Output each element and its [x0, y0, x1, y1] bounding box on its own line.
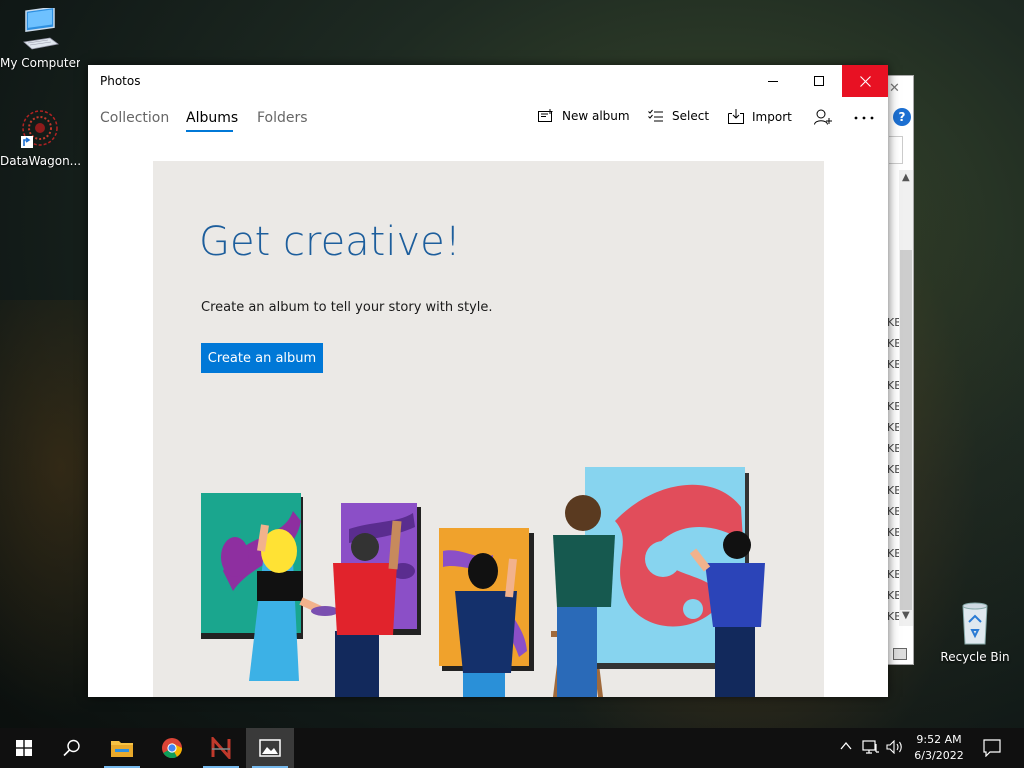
kb-cell: KB: [887, 463, 899, 476]
photos-icon: [259, 739, 281, 757]
datawagon-icon: [21, 110, 58, 148]
person-add-icon: [814, 109, 832, 125]
minimize-button[interactable]: [750, 65, 796, 97]
photos-window[interactable]: Photos Collection Albums Folders New alb…: [88, 65, 888, 697]
scrollbar-thumb[interactable]: [900, 250, 912, 610]
import-icon: [728, 109, 744, 124]
taskbar-photos[interactable]: [246, 728, 294, 768]
kb-cell: KB: [887, 337, 899, 350]
taskbar: 9:52 AM 6/3/2022: [0, 728, 1024, 768]
desktop-icon-label: My Computer: [0, 56, 80, 70]
select-icon: [648, 109, 663, 122]
chrome-icon: [162, 738, 183, 759]
create-album-button[interactable]: Create an album: [201, 343, 323, 373]
select-button[interactable]: Select: [648, 109, 709, 123]
scroll-down-icon[interactable]: ▼: [902, 610, 910, 621]
active-tab-indicator: [186, 130, 233, 132]
kb-cell: KB: [887, 379, 899, 392]
desktop-icon-my-computer[interactable]: My Computer: [0, 8, 80, 70]
kb-cell: KB: [887, 421, 899, 434]
empty-albums-hero: Get creative! Create an album to tell yo…: [153, 161, 824, 697]
select-label: Select: [672, 109, 710, 123]
kb-cell: KB: [887, 505, 899, 518]
close-icon[interactable]: ✕: [889, 81, 900, 96]
close-button[interactable]: [842, 65, 888, 97]
new-album-label: New album: [562, 109, 630, 123]
desktop-icon-label: DataWagon...: [0, 154, 80, 168]
tab-albums[interactable]: Albums: [186, 110, 238, 126]
tab-collection[interactable]: Collection: [100, 110, 169, 126]
hero-subtitle: Create an album to tell your story with …: [201, 300, 493, 315]
status-bar-icon: [893, 648, 907, 660]
search-button[interactable]: [48, 728, 96, 768]
new-album-button[interactable]: New album: [538, 109, 630, 123]
system-clock[interactable]: 9:52 AM 6/3/2022: [905, 732, 973, 764]
kb-cell: KB: [887, 358, 899, 371]
windows-logo-icon: [16, 740, 32, 756]
kb-cell: KB: [887, 589, 899, 602]
tab-folders[interactable]: Folders: [257, 110, 308, 126]
new-album-icon: [538, 109, 553, 122]
kb-cell: KB: [887, 568, 899, 581]
kb-cell: KB: [887, 484, 899, 497]
maximize-button[interactable]: [796, 65, 842, 97]
clock-time: 9:52 AM: [916, 733, 962, 746]
window-title: Photos: [100, 74, 141, 88]
title-bar[interactable]: Photos: [88, 65, 888, 97]
network-icon[interactable]: [862, 740, 880, 757]
datawagon-n-icon: [211, 737, 231, 759]
kb-cell: KB: [887, 400, 899, 413]
kb-cell: KB: [887, 547, 899, 560]
kb-cell: KB: [887, 442, 899, 455]
account-button[interactable]: [814, 109, 840, 125]
desktop-icon-datawagon[interactable]: DataWagon...: [0, 106, 80, 168]
more-icon: [854, 116, 874, 120]
desktop-icon-label: Recycle Bin: [940, 650, 1010, 664]
kb-cell: KB: [887, 526, 899, 539]
import-button[interactable]: Import: [728, 109, 792, 124]
close-icon: [859, 75, 871, 87]
size-column: KB KB KB KB KB KB KB KB KB KB KB KB KB K…: [887, 312, 899, 627]
taskbar-file-explorer[interactable]: [98, 728, 146, 768]
gallery-illustration: [201, 467, 765, 697]
clock-date: 6/3/2022: [914, 749, 964, 762]
tray-chevron-up-icon[interactable]: [840, 740, 852, 755]
scroll-up-icon[interactable]: ▲: [902, 172, 910, 183]
notifications-icon[interactable]: [983, 739, 1001, 760]
hero-title: Get creative!: [199, 219, 461, 265]
import-label: Import: [752, 109, 792, 124]
start-button[interactable]: [0, 728, 48, 768]
help-icon[interactable]: ?: [893, 108, 911, 126]
taskbar-chrome[interactable]: [148, 728, 196, 768]
taskbar-datawagon[interactable]: [197, 728, 245, 768]
folder-icon: [111, 741, 133, 757]
search-icon: [63, 739, 80, 757]
kb-cell: KB: [887, 610, 899, 623]
background-input[interactable]: [889, 136, 903, 164]
recycle-bin-icon: [962, 602, 988, 645]
minimize-icon: [768, 80, 778, 82]
computer-icon: [23, 8, 59, 50]
vertical-scrollbar[interactable]: ▲ ▼: [899, 170, 913, 626]
more-options-button[interactable]: [854, 116, 882, 120]
desktop-icon-recycle-bin[interactable]: Recycle Bin: [935, 600, 1015, 664]
volume-icon[interactable]: [886, 739, 904, 757]
kb-cell: KB: [887, 316, 899, 329]
maximize-icon: [814, 76, 824, 86]
